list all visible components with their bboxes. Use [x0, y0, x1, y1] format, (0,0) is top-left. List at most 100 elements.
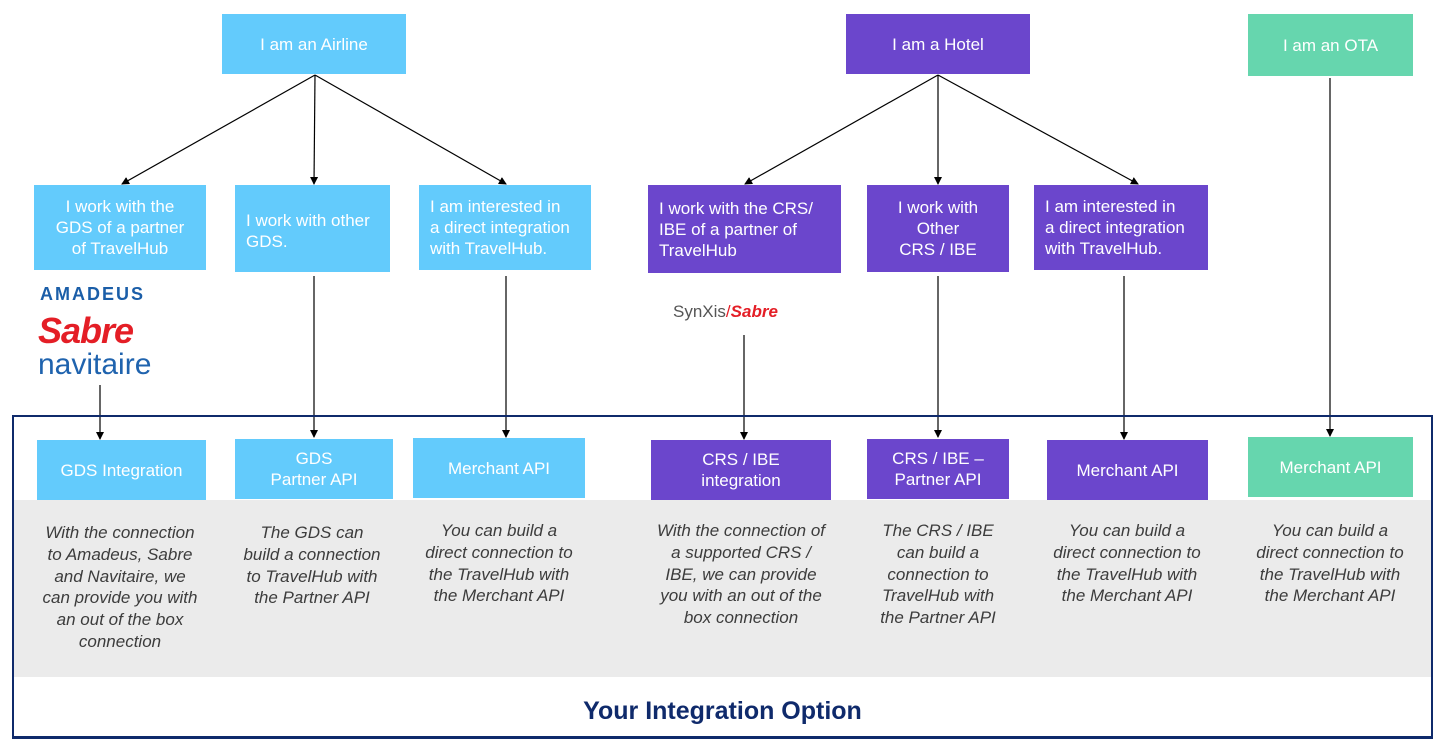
- description-line: build a connection: [243, 544, 381, 564]
- integration-option-title: Your Integration Option: [583, 697, 862, 725]
- arrow-airline-to-other-gds: [310, 74, 319, 185]
- description-line: the Partner API: [880, 608, 996, 628]
- description-line: The GDS can: [260, 523, 364, 542]
- hotel-root-label: I am a Hotel: [892, 34, 984, 54]
- option-title: Merchant API: [1076, 460, 1179, 480]
- description-line: With the connection: [45, 523, 195, 542]
- situation-line: I am interested in: [430, 197, 561, 216]
- synxis-logo-text: SynXis: [673, 302, 726, 321]
- option-crs-ibe-integration[interactable]: CRS / IBE integration: [651, 440, 831, 500]
- description-line: box connection: [683, 608, 799, 628]
- description-line: With the connection of: [656, 521, 826, 540]
- description-line: a supported CRS /: [671, 542, 811, 562]
- option-airline-merchant-api[interactable]: Merchant API: [413, 438, 585, 498]
- description-line: the Merchant API: [1061, 586, 1193, 606]
- navitaire-logo: navitaire: [38, 348, 151, 382]
- description-line: the Merchant API: [433, 586, 565, 606]
- option-gds-partner-api[interactable]: GDS Partner API: [235, 439, 393, 499]
- option-title: integration: [701, 471, 781, 490]
- hotel-direct-box[interactable]: I am interested in a direct integration …: [1034, 185, 1208, 270]
- description-line: can provide you with: [42, 588, 198, 608]
- description-line: and Navitaire, we: [54, 566, 186, 586]
- option-title: GDS: [295, 449, 333, 468]
- description-gds-integration: With the connection to Amadeus, Sabre an…: [20, 522, 220, 653]
- synxis-sabre-text: Sabre: [730, 302, 778, 321]
- arrow-hotel-to-direct: [937, 74, 1139, 185]
- ota-root-label: I am an OTA: [1282, 35, 1379, 55]
- description-line: The CRS / IBE: [882, 521, 994, 540]
- description-line: the TravelHub with: [1056, 564, 1198, 584]
- description-line: connection: [78, 631, 162, 651]
- description-line: direct connection to: [425, 542, 573, 562]
- option-ota-merchant-api[interactable]: Merchant API: [1248, 437, 1413, 497]
- option-title: CRS / IBE –: [892, 449, 984, 468]
- description-line: direct connection to: [1256, 542, 1404, 562]
- description-crs-ibe-partner-api: The CRS / IBE can build a connection to …: [858, 520, 1018, 629]
- situation-line: I work with the CRS/: [659, 198, 813, 218]
- navitaire-logo-text: navitaire: [38, 348, 152, 381]
- description-line: the TravelHub with: [428, 564, 570, 584]
- amadeus-logo-text: amadeus: [40, 276, 146, 306]
- option-crs-ibe-partner-api[interactable]: CRS / IBE – Partner API: [867, 439, 1009, 499]
- description-crs-ibe-integration: With the connection of a supported CRS /…: [638, 520, 844, 629]
- description-line: You can build a: [440, 521, 558, 540]
- situation-line: a direct integration: [430, 218, 570, 237]
- situation-line: I work with the: [65, 197, 175, 216]
- airline-partner-gds-box[interactable]: I work with the GDS of a partner of Trav…: [34, 185, 206, 270]
- sabre-logo: Sabre: [38, 310, 134, 352]
- description-line: TravelHub with: [881, 586, 995, 606]
- description-line: the Partner API: [254, 588, 370, 608]
- amadeus-logo: amadeus: [40, 276, 145, 307]
- description-gds-partner-api: The GDS can build a connection to Travel…: [222, 522, 402, 609]
- description-line: to Amadeus, Sabre: [47, 544, 193, 564]
- description-line: an out of the box: [56, 610, 184, 630]
- situation-line: I work with: [897, 198, 979, 217]
- option-title: Merchant API: [447, 458, 551, 478]
- airline-other-gds-box[interactable]: I work with other GDS.: [235, 185, 390, 272]
- description-line: can build a: [896, 542, 980, 562]
- description-hotel-merchant-api: You can build a direct connection to the…: [1032, 520, 1222, 607]
- airline-direct-box[interactable]: I am interested in a direct integration …: [419, 185, 591, 270]
- hotel-other-crs-box[interactable]: I work with Other CRS / IBE: [867, 185, 1009, 272]
- arrow-hotel-to-partner-crs: [744, 74, 939, 185]
- situation-line: I work with other: [246, 211, 370, 230]
- option-gds-integration[interactable]: GDS Integration: [37, 440, 206, 500]
- description-line: IBE, we can provide: [665, 564, 817, 584]
- situation-line: a direct integration: [1045, 218, 1185, 237]
- option-title: Partner API: [894, 470, 982, 489]
- situation-line: Other: [916, 219, 960, 238]
- situation-line: IBE of a partner of: [659, 219, 797, 239]
- description-line: direct connection to: [1053, 542, 1201, 562]
- situation-line: TravelHub: [659, 240, 737, 260]
- situation-line: with TravelHub.: [430, 239, 548, 258]
- airline-root-box[interactable]: I am an Airline: [222, 14, 406, 74]
- situation-line: GDS.: [246, 232, 288, 251]
- description-ota-merchant-api: You can build a direct connection to the…: [1235, 520, 1425, 607]
- situation-line: CRS / IBE: [899, 240, 977, 259]
- situation-line: I am interested in: [1045, 197, 1176, 216]
- description-line: connection to: [887, 564, 989, 584]
- description-line: you with an out of the: [660, 586, 822, 606]
- description-line: You can build a: [1068, 521, 1186, 540]
- option-title: CRS / IBE: [702, 450, 780, 469]
- description-line: to TravelHub with: [246, 566, 378, 586]
- description-line: the TravelHub with: [1259, 564, 1401, 584]
- ota-root-box[interactable]: I am an OTA: [1248, 14, 1413, 76]
- option-title: Merchant API: [1279, 457, 1382, 477]
- option-hotel-merchant-api[interactable]: Merchant API: [1047, 440, 1208, 500]
- option-title: GDS Integration: [60, 460, 183, 480]
- situation-line: of TravelHub: [71, 239, 169, 258]
- situation-line: with TravelHub.: [1045, 239, 1163, 258]
- hotel-partner-crs-box[interactable]: I work with the CRS/ IBE of a partner of…: [648, 185, 841, 273]
- option-title: Partner API: [270, 470, 358, 489]
- synxis-sabre-logo: SynXis/Sabre: [673, 302, 778, 322]
- description-line: You can build a: [1271, 521, 1389, 540]
- situation-line: GDS of a partner: [55, 218, 185, 237]
- description-line: the Merchant API: [1264, 586, 1396, 606]
- airline-root-label: I am an Airline: [260, 34, 368, 54]
- sabre-logo-text: Sabre: [38, 310, 134, 351]
- hotel-root-box[interactable]: I am a Hotel: [846, 14, 1030, 74]
- arrow-airline-to-partner-gds: [121, 74, 316, 185]
- description-airline-merchant-api: You can build a direct connection to the…: [404, 520, 594, 607]
- arrow-airline-to-direct: [314, 74, 507, 185]
